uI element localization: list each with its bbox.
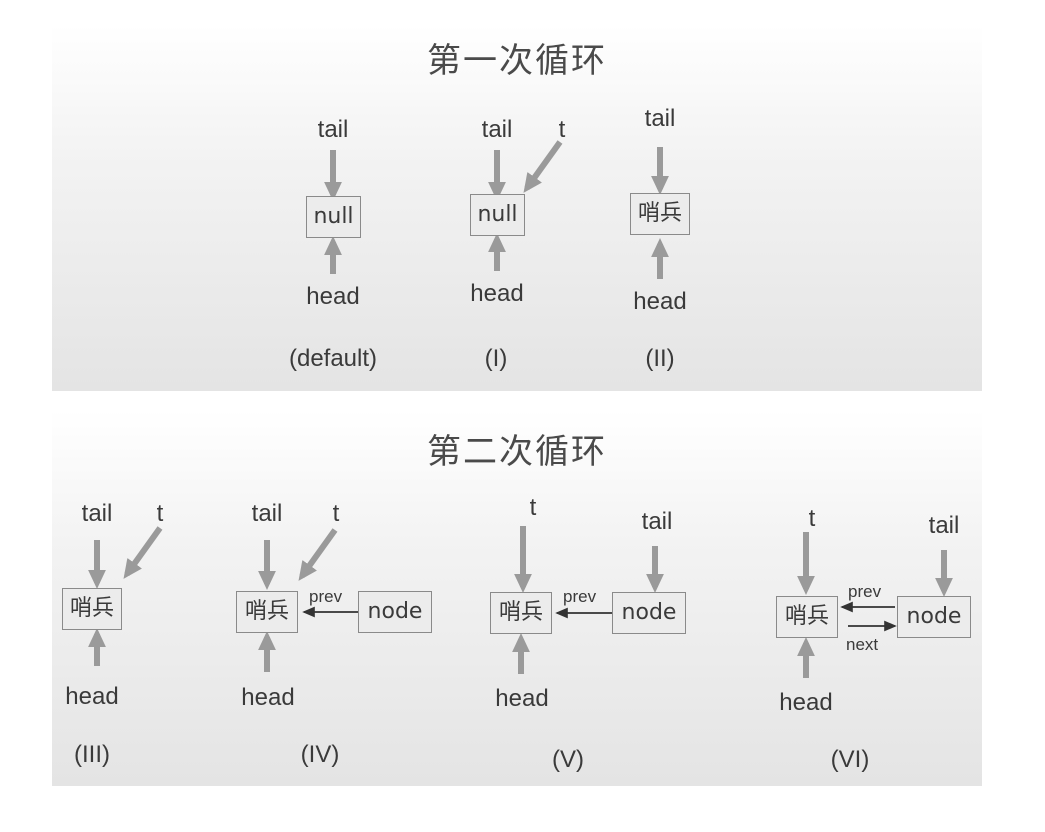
stage-caption: (IV) [300,741,340,768]
head-label: head [633,288,687,315]
t-label: t [808,505,816,532]
head-label: head [65,683,119,710]
t-label: t [156,500,164,527]
node-box: node [612,592,686,634]
null-box: null [306,196,361,238]
sentinel-box: 哨兵 [776,596,838,638]
t-label: t [529,494,537,521]
tail-label: tail [251,500,283,527]
null-box: null [470,194,525,236]
tail-label: tail [81,500,113,527]
tail-label: tail [317,116,349,143]
prev-label: prev [563,587,597,606]
stage-caption: (V) [552,746,584,773]
sentinel-box: 哨兵 [236,591,298,633]
t-arrow [298,528,338,581]
head-label: head [779,689,833,716]
head-label: head [241,684,295,711]
stage-caption: (default) [288,345,378,372]
t-arrow [523,140,563,193]
next-label: next [846,635,879,654]
t-label: t [332,500,340,527]
tail-label: tail [641,508,673,535]
t-arrow [123,526,163,579]
tail-label: tail [928,512,960,539]
head-label: head [470,280,524,307]
stage-caption: (I) [484,345,508,372]
sentinel-box: 哨兵 [630,193,690,235]
tail-label: tail [481,116,513,143]
head-label: head [306,283,360,310]
prev-label: prev [309,587,343,606]
stage-caption: (III) [74,741,110,768]
sentinel-box: 哨兵 [490,592,552,634]
head-label: head [495,685,549,712]
stage-caption: (II) [645,345,675,372]
node-box: node [358,591,432,633]
t-label: t [558,116,566,143]
tail-label: tail [644,105,676,132]
sentinel-box: 哨兵 [62,588,122,630]
stage-caption: (VI) [830,746,870,773]
node-box: node [897,596,971,638]
prev-label: prev [848,582,882,601]
